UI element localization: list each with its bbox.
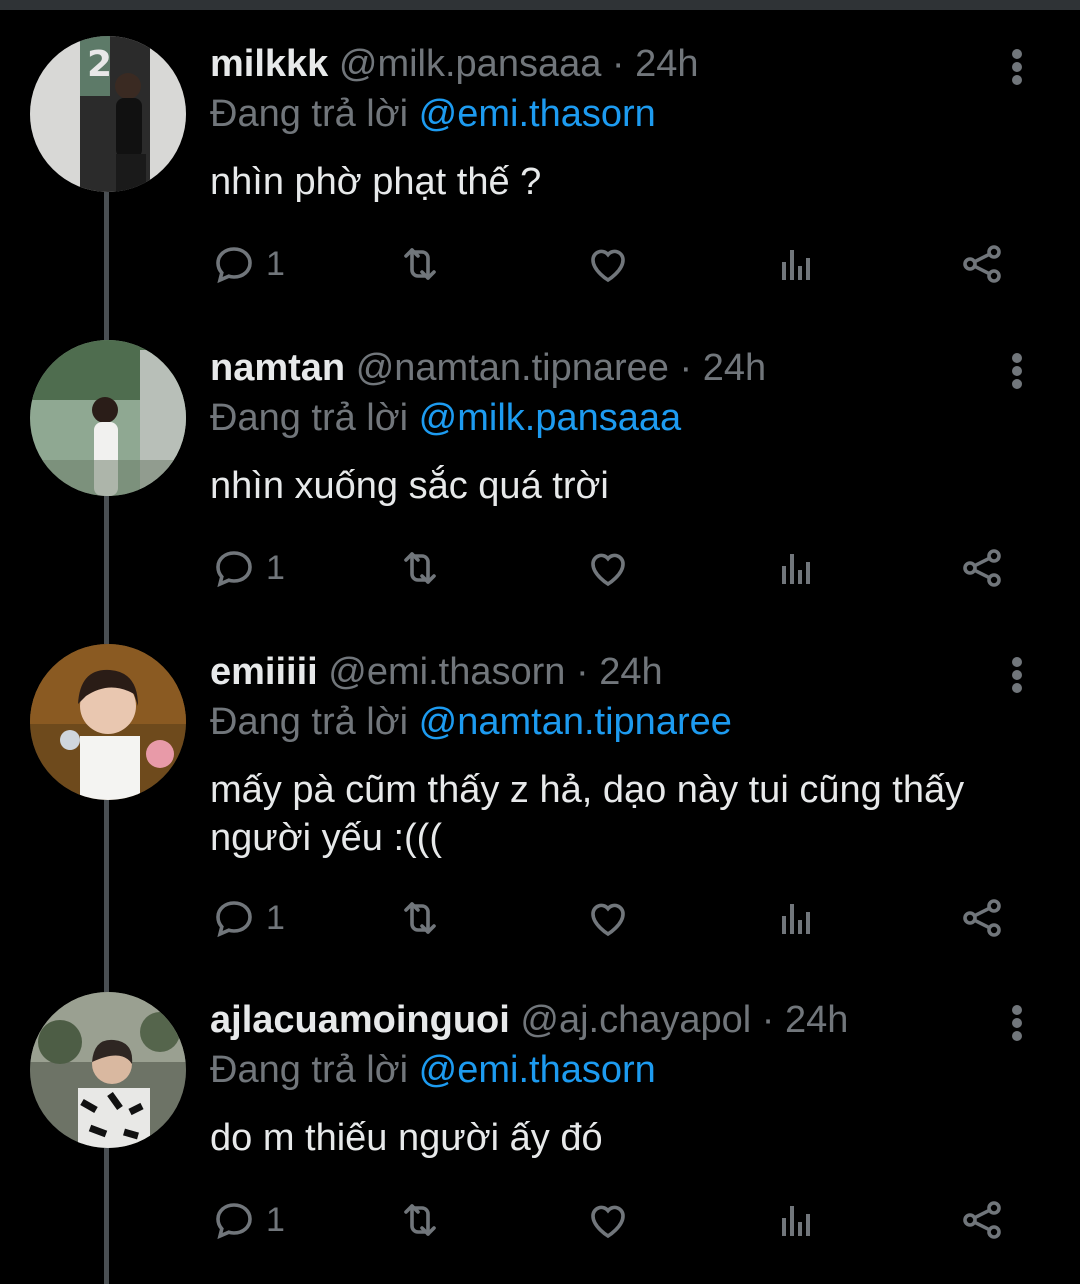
like-button[interactable] bbox=[584, 1196, 632, 1244]
reply-count: 1 bbox=[266, 244, 285, 283]
tweet-header: emiiiii @emi.thasorn · 24h bbox=[210, 646, 663, 698]
timestamp[interactable]: 24h bbox=[635, 43, 698, 85]
reply-button[interactable]: 1 bbox=[210, 240, 285, 288]
like-button[interactable] bbox=[584, 240, 632, 288]
reply-button[interactable]: 1 bbox=[210, 1196, 285, 1244]
like-icon bbox=[591, 903, 625, 937]
replying-to: Đang trả lời @namtan.tipnaree bbox=[210, 696, 732, 748]
avatar[interactable] bbox=[30, 992, 186, 1148]
separator-dot: · bbox=[611, 43, 625, 85]
like-icon bbox=[591, 553, 625, 587]
user-handle[interactable]: @namtan.tipnaree bbox=[356, 347, 669, 389]
more-icon[interactable] bbox=[1002, 654, 1032, 698]
timestamp[interactable]: 24h bbox=[785, 999, 848, 1041]
display-name[interactable]: ajlacuamoinguoi bbox=[210, 999, 510, 1041]
like-icon bbox=[591, 1205, 625, 1239]
share-button[interactable] bbox=[958, 240, 1006, 288]
mention-link[interactable]: @namtan.tipnaree bbox=[419, 701, 732, 743]
more-icon[interactable] bbox=[1002, 350, 1032, 394]
tweet-text: do m thiếu người ấy đó bbox=[210, 1117, 603, 1159]
display-name[interactable]: namtan bbox=[210, 347, 345, 389]
action-bar: 1 bbox=[210, 1196, 1030, 1244]
action-bar: 1 bbox=[210, 894, 1030, 942]
separator-dot: · bbox=[761, 999, 775, 1041]
share-icon bbox=[963, 899, 1001, 937]
share-icon bbox=[963, 549, 1001, 587]
views-button[interactable] bbox=[772, 544, 820, 592]
action-bar: 1 bbox=[210, 544, 1030, 592]
svg-text:2: 2 bbox=[87, 44, 112, 85]
tweet-header: ajlacuamoinguoi @aj.chayapol · 24h bbox=[210, 994, 848, 1046]
reply-icon bbox=[216, 247, 252, 284]
retweet-button[interactable] bbox=[396, 1196, 444, 1244]
retweet-button[interactable] bbox=[396, 894, 444, 942]
retweet-icon bbox=[404, 902, 436, 934]
thread-line bbox=[104, 190, 109, 340]
tweet-text: mấy pà cũm thấy z hả, dạo này tui cũng t… bbox=[210, 769, 965, 859]
reply-button[interactable]: 1 bbox=[210, 544, 285, 592]
replying-to-label: Đang trả lời bbox=[210, 93, 409, 135]
timestamp[interactable]: 24h bbox=[703, 347, 766, 389]
like-icon bbox=[591, 249, 625, 283]
tweet-header: namtan @namtan.tipnaree · 24h bbox=[210, 342, 766, 394]
user-handle[interactable]: @emi.thasorn bbox=[328, 651, 565, 693]
timestamp[interactable]: 24h bbox=[599, 651, 662, 693]
reply-count: 1 bbox=[266, 898, 285, 937]
retweet-button[interactable] bbox=[396, 240, 444, 288]
more-icon[interactable] bbox=[1002, 46, 1032, 90]
tweet-text: nhìn phờ phạt thế ? bbox=[210, 161, 542, 203]
share-button[interactable] bbox=[958, 544, 1006, 592]
display-name[interactable]: milkkk bbox=[210, 43, 328, 85]
mention-link[interactable]: @emi.thasorn bbox=[419, 1049, 656, 1091]
thread-line bbox=[104, 1148, 109, 1284]
avatar[interactable]: 2 bbox=[30, 36, 186, 192]
thread-line bbox=[104, 798, 109, 994]
views-icon bbox=[782, 250, 810, 280]
share-button[interactable] bbox=[958, 894, 1006, 942]
share-icon bbox=[963, 245, 1001, 283]
reply-button[interactable]: 1 bbox=[210, 894, 285, 942]
replying-to: Đang trả lời @milk.pansaaa bbox=[210, 392, 681, 444]
retweet-icon bbox=[404, 552, 436, 584]
more-icon[interactable] bbox=[1002, 1002, 1032, 1046]
views-button[interactable] bbox=[772, 894, 820, 942]
share-icon bbox=[963, 1201, 1001, 1239]
views-button[interactable] bbox=[772, 240, 820, 288]
like-button[interactable] bbox=[584, 544, 632, 592]
display-name[interactable]: emiiiii bbox=[210, 651, 318, 693]
views-icon bbox=[782, 554, 810, 584]
tweet-text: nhìn xuống sắc quá trời bbox=[210, 465, 609, 507]
mention-link[interactable]: @milk.pansaaa bbox=[419, 397, 681, 439]
separator-dot: · bbox=[679, 347, 693, 389]
user-handle[interactable]: @milk.pansaaa bbox=[339, 43, 601, 85]
views-icon bbox=[782, 1206, 810, 1236]
reply-icon bbox=[216, 1203, 252, 1240]
share-button[interactable] bbox=[958, 1196, 1006, 1244]
reply-count: 1 bbox=[266, 548, 285, 587]
replying-to-label: Đang trả lời bbox=[210, 1049, 409, 1091]
replying-to-label: Đang trả lời bbox=[210, 701, 409, 743]
avatar[interactable] bbox=[30, 644, 186, 800]
like-button[interactable] bbox=[584, 894, 632, 942]
replying-to: Đang trả lời @emi.thasorn bbox=[210, 1044, 656, 1096]
retweet-button[interactable] bbox=[396, 544, 444, 592]
action-bar: 1 bbox=[210, 240, 1030, 288]
thread-line bbox=[104, 494, 109, 644]
mention-link[interactable]: @emi.thasorn bbox=[419, 93, 656, 135]
replying-to-label: Đang trả lời bbox=[210, 397, 409, 439]
avatar[interactable] bbox=[30, 340, 186, 496]
views-button[interactable] bbox=[772, 1196, 820, 1244]
retweet-icon bbox=[404, 1204, 436, 1236]
top-divider bbox=[0, 0, 1080, 10]
user-handle[interactable]: @aj.chayapol bbox=[520, 999, 751, 1041]
replying-to: Đang trả lời @emi.thasorn bbox=[210, 88, 656, 140]
reply-count: 1 bbox=[266, 1200, 285, 1239]
reply-icon bbox=[216, 551, 252, 588]
retweet-icon bbox=[404, 248, 436, 280]
tweet-header: milkkk @milk.pansaaa · 24h bbox=[210, 38, 699, 90]
views-icon bbox=[782, 904, 810, 934]
reply-icon bbox=[216, 901, 252, 938]
separator-dot: · bbox=[575, 651, 589, 693]
